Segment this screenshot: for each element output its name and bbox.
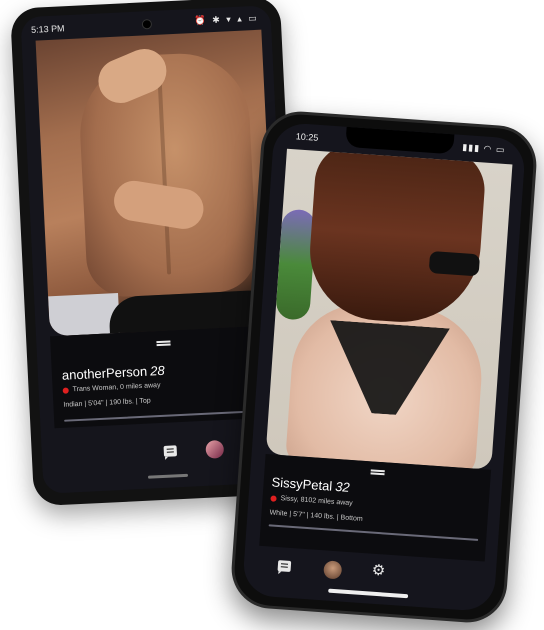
profile-age: 32 [334, 478, 351, 495]
messages-icon[interactable] [277, 559, 292, 574]
status-icons: ⏰ ✱ ▾ ▴ ▭ [194, 12, 259, 26]
status-icons: ▮▮▮ ◠ ▭ [461, 141, 506, 155]
profile-username: anotherPerson [61, 363, 148, 383]
drag-handle-icon[interactable] [370, 469, 385, 476]
status-time: 10:25 [295, 131, 319, 143]
profile-stats: White | 5'7" | 140 lbs. | Bottom [269, 509, 363, 523]
avatar[interactable] [323, 560, 343, 580]
profile-photo[interactable] [35, 29, 276, 337]
profile-identity-text: Sissy, 8102 miles away [280, 495, 353, 508]
card-divider [268, 524, 479, 541]
card-divider [64, 409, 270, 422]
profile-age: 28 [149, 362, 165, 379]
profile-card[interactable]: SissyPetal 32 Sissy, 8102 miles away Whit… [259, 453, 492, 562]
profile-identity-text: Trans Woman, 0 miles away [72, 381, 161, 394]
avatar[interactable] [205, 439, 225, 459]
profile-identity: Trans Woman, 0 miles away [62, 381, 161, 394]
status-time: 5:13 PM [30, 23, 65, 35]
gear-icon[interactable]: ⚙ [371, 562, 386, 580]
profile-name: SissyPetal 32 [271, 474, 350, 494]
status-dot-icon [270, 494, 277, 502]
promo-stage: 5:13 PM ⏰ ✱ ▾ ▴ ▭ anotherPerson 28 Trans… [0, 0, 544, 630]
profile-name: anotherPerson 28 [62, 363, 165, 383]
home-indicator[interactable] [147, 473, 189, 479]
profile-username: SissyPetal [271, 474, 333, 494]
profile-photo[interactable] [265, 148, 513, 470]
messages-icon[interactable] [163, 444, 178, 459]
profile-stats: Indian | 5'04" | 190 lbs. | Top [63, 397, 151, 409]
iphone-screen: 10:25 ▮▮▮ ◠ ▭ SissyPetal 32 Sissy, 8102 m… [241, 121, 527, 613]
profile-identity: Sissy, 8102 miles away [270, 494, 353, 507]
iphone: 10:25 ▮▮▮ ◠ ▭ SissyPetal 32 Sissy, 8102 m… [228, 108, 540, 626]
drag-handle-icon[interactable] [156, 340, 171, 347]
status-dot-icon [62, 386, 69, 394]
